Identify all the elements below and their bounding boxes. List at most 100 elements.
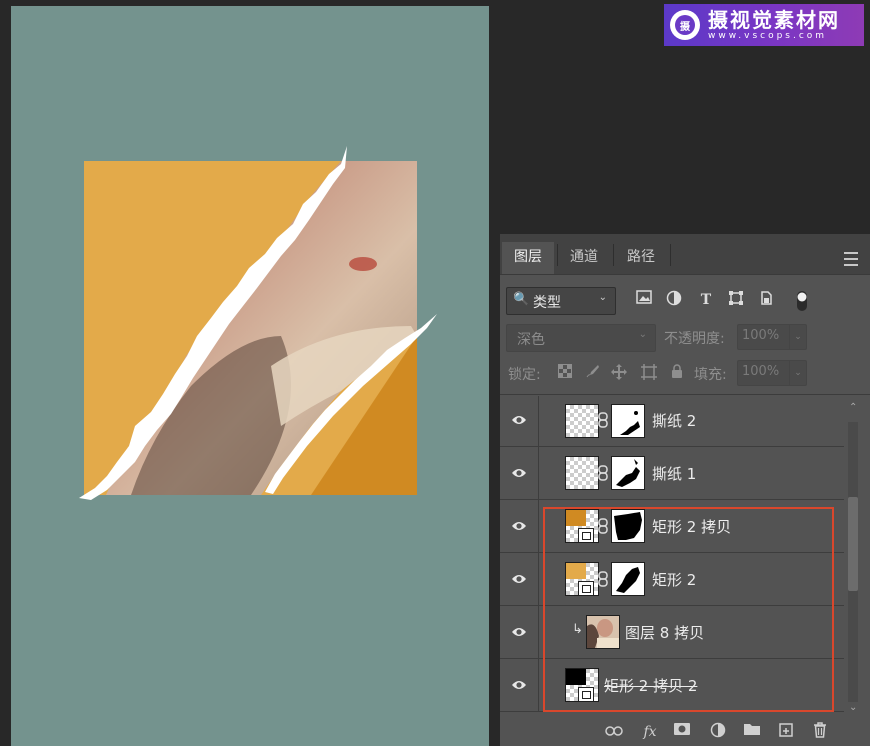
delete-layer-icon[interactable] [810,722,830,742]
filter-kind-select[interactable]: 🔍 类型 ⌄ [506,287,616,315]
layer-name[interactable]: 矩形 2 拷贝 2 [604,675,697,696]
scroll-up-icon[interactable]: ⌃ [849,402,857,413]
fill-field[interactable]: 100% ⌄ [737,360,807,386]
tab-separator [613,244,614,266]
tab-layers[interactable]: 图层 [502,242,554,274]
eye-icon[interactable] [511,679,527,691]
chevron-down-icon: ⌄ [638,329,647,340]
layer-name[interactable]: 撕纸 2 [652,410,696,431]
shape-filter-icon[interactable] [726,290,746,310]
panel-tab-bar: 图层 通道 路径 [500,234,870,275]
filter-kind-label: 类型 [533,295,561,311]
layer-row[interactable]: 撕纸 1 [500,447,844,500]
tab-channels[interactable]: 通道 [558,242,610,274]
layer-thumbnail[interactable] [565,668,599,702]
link-icon[interactable] [598,571,608,587]
layer-row[interactable]: 矩形 2 [500,553,844,606]
layer-thumbnail[interactable] [565,509,599,543]
visibility-cell[interactable] [500,553,539,605]
layers-bottom-toolbar: fx [500,718,870,746]
link-icon[interactable] [598,412,608,428]
mask-thumbnail[interactable] [611,456,645,490]
lock-transparent-pixels-icon[interactable] [556,364,574,382]
filter-toggle-icon[interactable] [792,290,812,311]
lock-artboard-icon[interactable] [640,364,658,382]
layer-row[interactable]: ↳ 图层 8 拷贝 [500,606,844,659]
visibility-cell[interactable] [500,500,539,552]
opacity-label: 不透明度: [664,331,725,347]
add-mask-icon[interactable] [672,722,692,742]
lock-label: 锁定: [508,367,541,383]
blend-mode-value: 深色 [517,332,545,348]
fill-label: 填充: [694,367,727,383]
layer-thumbnail[interactable] [565,404,599,438]
layer-thumbnail[interactable] [565,456,599,490]
layer-name[interactable]: 撕纸 1 [652,463,696,484]
artwork [79,146,437,500]
eye-icon[interactable] [511,414,527,426]
layer-row[interactable]: 矩形 2 拷贝 2 [500,659,844,712]
visibility-cell[interactable] [500,606,539,658]
watermark-badge-glyph: 摄 [675,15,695,35]
lock-image-pixels-icon[interactable] [584,364,602,382]
layer-row[interactable]: 矩形 2 拷贝 [500,500,844,553]
face-lips [349,257,377,271]
layer-name[interactable]: 矩形 2 [652,569,696,590]
layer-name[interactable]: 矩形 2 拷贝 [652,516,731,537]
vector-shape-icon [578,528,594,542]
mask-thumbnail[interactable] [611,404,645,438]
opacity-value: 100% [742,328,780,343]
layer-thumbnail[interactable] [586,615,620,649]
clipping-mask-arrow-icon: ↳ [572,622,583,637]
fill-value: 100% [742,364,780,379]
chevron-down-icon: ⌄ [789,325,806,349]
link-icon[interactable] [598,518,608,534]
mask-thumbnail[interactable] [611,562,645,596]
vector-shape-icon [578,581,594,595]
new-group-icon[interactable] [742,722,762,742]
visibility-cell[interactable] [500,659,539,711]
image-filter-icon[interactable] [634,290,654,310]
tab-separator [670,244,671,266]
adjustment-layer-icon[interactable] [708,722,728,742]
scrollbar-thumb[interactable] [848,497,858,591]
chevron-down-icon: ⌄ [789,361,806,385]
eye-icon[interactable] [511,467,527,479]
opacity-field[interactable]: 100% ⌄ [737,324,807,350]
blend-opacity-row: 深色 ⌄ 不透明度: 100% ⌄ [500,324,870,352]
adjustment-filter-icon[interactable] [664,290,684,310]
layer-thumbnail[interactable] [565,562,599,596]
smart-object-filter-icon[interactable] [756,290,776,310]
layers-panel: 图层 通道 路径 🔍 类型 ⌄ T 深色 ⌄ 不透明度: 100% ⌄ 锁定: … [500,234,870,746]
panel-divider [500,394,870,395]
search-icon: 🔍 [513,292,530,307]
eye-icon[interactable] [511,573,527,585]
eye-icon[interactable] [511,626,527,638]
tab-paths[interactable]: 路径 [615,242,667,274]
lock-position-icon[interactable] [610,364,628,382]
blend-mode-select[interactable]: 深色 ⌄ [506,324,656,352]
new-layer-icon[interactable] [776,722,796,742]
mask-thumbnail[interactable] [611,509,645,543]
document-canvas[interactable] [11,6,489,746]
link-layers-icon[interactable] [604,722,624,742]
type-filter-icon[interactable]: T [696,290,716,310]
chevron-down-icon: ⌄ [598,292,607,303]
watermark-badge-icon: 摄 [670,10,700,40]
lock-all-icon[interactable] [668,364,686,382]
panel-menu-icon[interactable] [844,252,858,266]
fx-icon[interactable]: fx [640,722,660,742]
watermark-banner: 摄 摄视觉素材网 www.vscops.com [664,4,864,46]
layer-row[interactable]: 撕纸 2 [500,396,844,447]
layers-list: 撕纸 2 撕纸 1 矩形 2 拷贝 矩形 2 ↳ 图层 8 拷贝 矩形 2 拷贝… [500,396,844,716]
watermark-domain: www.vscops.com [708,30,828,41]
visibility-cell[interactable] [500,396,539,446]
link-icon[interactable] [598,465,608,481]
eye-icon[interactable] [511,520,527,532]
vector-shape-icon [578,687,594,701]
watermark-text: 摄视觉素材网 www.vscops.com [708,9,840,42]
scroll-down-icon[interactable]: ⌄ [849,702,857,713]
watermark-brand: 摄视觉素材网 [708,7,840,32]
visibility-cell[interactable] [500,447,539,499]
layer-name[interactable]: 图层 8 拷贝 [625,622,704,643]
